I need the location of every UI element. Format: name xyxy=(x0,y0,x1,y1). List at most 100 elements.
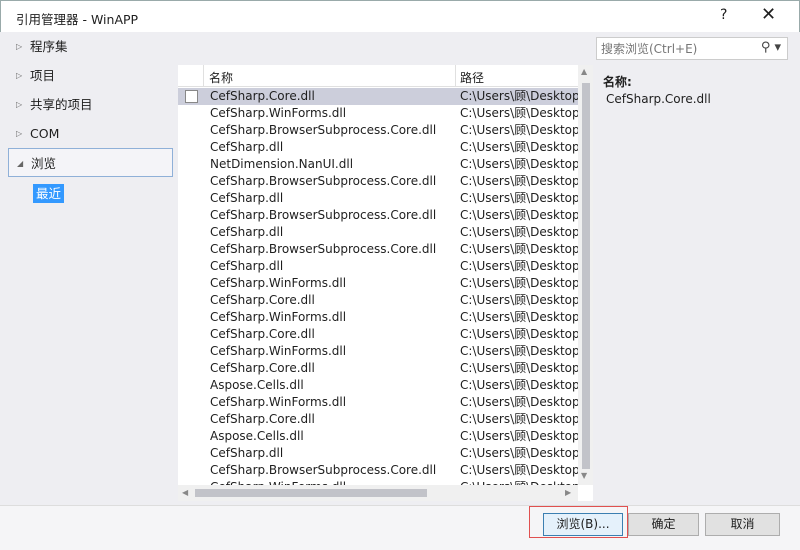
row-path: C:\Users\顾\Desktop xyxy=(460,140,578,154)
vertical-scrollbar[interactable]: ▲ ▼ xyxy=(578,65,593,485)
table-row[interactable]: CefSharp.WinForms.dll C:\Users\顾\Desktop xyxy=(178,394,578,411)
table-row[interactable]: CefSharp.Core.dll C:\Users\顾\Desktop xyxy=(178,88,578,105)
table-row[interactable]: CefSharp.dll C:\Users\顾\Desktop xyxy=(178,445,578,462)
table-row[interactable]: CefSharp.dll C:\Users\顾\Desktop xyxy=(178,139,578,156)
reference-list: 名称 路径 CefSharp.Core.dll C:\Users\顾\Deskto… xyxy=(178,65,593,501)
collapsed-arrow-icon[interactable]: ▷ xyxy=(16,32,22,61)
row-path: C:\Users\顾\Desktop xyxy=(460,89,578,103)
row-checkbox[interactable] xyxy=(185,90,198,103)
row-path: C:\Users\顾\Desktop xyxy=(460,157,578,171)
row-name: CefSharp.BrowserSubprocess.Core.dll xyxy=(210,123,437,137)
row-name: CefSharp.Core.dll xyxy=(210,89,315,103)
table-row[interactable]: Aspose.Cells.dll C:\Users\顾\Desktop xyxy=(178,377,578,394)
row-path: C:\Users\顾\Desktop xyxy=(460,293,578,307)
row-path: C:\Users\顾\Desktop xyxy=(460,276,578,290)
table-row[interactable]: Aspose.Cells.dll C:\Users\顾\Desktop xyxy=(178,428,578,445)
scroll-down-icon[interactable]: ▼ xyxy=(581,471,587,480)
scroll-up-icon[interactable]: ▲ xyxy=(581,67,587,76)
detail-panel: 名称: CefSharp.Core.dll xyxy=(603,73,711,106)
search-icon[interactable]: ⚲ ▾ xyxy=(761,40,781,55)
table-row[interactable]: NetDimension.NanUI.dll C:\Users\顾\Desktop xyxy=(178,156,578,173)
close-button[interactable]: ✕ xyxy=(761,4,776,25)
row-path: C:\Users\顾\Desktop xyxy=(460,259,578,273)
row-name: CefSharp.Core.dll xyxy=(210,361,315,375)
scroll-right-icon[interactable]: ▶ xyxy=(565,488,571,497)
sidebar-item-label: 浏览 xyxy=(31,156,57,171)
detail-value: CefSharp.Core.dll xyxy=(606,92,711,106)
row-name: Aspose.Cells.dll xyxy=(210,429,304,443)
row-path: C:\Users\顾\Desktop xyxy=(460,242,578,256)
row-path: C:\Users\顾\Desktop xyxy=(460,463,578,477)
row-name: CefSharp.WinForms.dll xyxy=(210,344,347,358)
row-name: CefSharp.Core.dll xyxy=(210,327,315,341)
row-path: C:\Users\顾\Desktop xyxy=(460,123,578,137)
table-row[interactable]: CefSharp.BrowserSubprocess.Core.dll C:\Us… xyxy=(178,173,578,190)
row-name: CefSharp.BrowserSubprocess.Core.dll xyxy=(210,174,437,188)
horizontal-scroll-thumb[interactable] xyxy=(195,489,427,497)
title-bar: 引用管理器 - WinAPP ? ✕ xyxy=(0,0,800,32)
row-path: C:\Users\顾\Desktop xyxy=(460,429,578,443)
sidebar-item[interactable]: ▷ COM xyxy=(8,119,173,148)
search-input[interactable] xyxy=(597,38,757,59)
cancel-button[interactable]: 取消 xyxy=(705,513,780,536)
scroll-left-icon[interactable]: ◀ xyxy=(182,488,188,497)
row-path: C:\Users\顾\Desktop xyxy=(460,310,578,324)
vertical-scroll-thumb[interactable] xyxy=(582,83,590,469)
sidebar-item[interactable]: ▷ 共享的项目 xyxy=(8,90,173,119)
row-name: CefSharp.dll xyxy=(210,140,284,154)
row-path: C:\Users\顾\Desktop xyxy=(460,208,578,222)
table-row[interactable]: CefSharp.Core.dll C:\Users\顾\Desktop xyxy=(178,360,578,377)
collapsed-arrow-icon[interactable]: ▷ xyxy=(16,90,22,119)
help-button[interactable]: ? xyxy=(720,7,727,23)
table-row[interactable]: CefSharp.BrowserSubprocess.Core.dll C:\Us… xyxy=(178,462,578,479)
row-name: CefSharp.WinForms.dll xyxy=(210,395,347,409)
row-path: C:\Users\顾\Desktop xyxy=(460,446,578,460)
row-name: CefSharp.dll xyxy=(210,191,284,205)
horizontal-scrollbar[interactable]: ◀ ▶ xyxy=(178,485,578,501)
table-row[interactable]: CefSharp.Core.dll C:\Users\顾\Desktop xyxy=(178,411,578,428)
list-header: 名称 路径 xyxy=(178,65,578,87)
row-path: C:\Users\顾\Desktop xyxy=(460,225,578,239)
table-row[interactable]: CefSharp.dll C:\Users\顾\Desktop xyxy=(178,224,578,241)
row-name: NetDimension.NanUI.dll xyxy=(210,157,354,171)
collapsed-arrow-icon[interactable]: ▷ xyxy=(16,61,22,90)
table-row[interactable]: CefSharp.Core.dll C:\Users\顾\Desktop xyxy=(178,292,578,309)
detail-label: 名称: xyxy=(603,75,632,89)
browse-button[interactable]: 浏览(B)... xyxy=(543,513,623,536)
row-name: CefSharp.BrowserSubprocess.Core.dll xyxy=(210,208,437,222)
table-row[interactable]: CefSharp.WinForms.dll C:\Users\顾\Desktop xyxy=(178,343,578,360)
window-title: 引用管理器 - WinAPP xyxy=(16,12,139,27)
sidebar-item-label: 程序集 xyxy=(30,39,68,54)
row-name: CefSharp.Core.dll xyxy=(210,293,315,307)
sidebar-item[interactable]: ▷ 程序集 xyxy=(8,32,173,61)
table-row[interactable]: CefSharp.BrowserSubprocess.Core.dll C:\Us… xyxy=(178,241,578,258)
sidebar-item-label: COM xyxy=(30,126,60,141)
row-path: C:\Users\顾\Desktop xyxy=(460,191,578,205)
column-header-name[interactable]: 名称 xyxy=(209,69,233,86)
row-path: C:\Users\顾\Desktop xyxy=(460,344,578,358)
row-name: CefSharp.dll xyxy=(210,225,284,239)
row-name: CefSharp.dll xyxy=(210,446,284,460)
sidebar-item[interactable]: ▷ 项目 xyxy=(8,61,173,90)
table-row[interactable]: CefSharp.dll C:\Users\顾\Desktop xyxy=(178,258,578,275)
collapsed-arrow-icon[interactable]: ▷ xyxy=(16,119,22,148)
row-path: C:\Users\顾\Desktop xyxy=(460,412,578,426)
table-row[interactable]: CefSharp.Core.dll C:\Users\顾\Desktop xyxy=(178,326,578,343)
expanded-arrow-icon[interactable]: ◢ xyxy=(17,149,23,178)
search-box[interactable]: ⚲ ▾ xyxy=(596,37,788,60)
row-name: CefSharp.dll xyxy=(210,259,284,273)
table-row[interactable]: CefSharp.WinForms.dll C:\Users\顾\Desktop xyxy=(178,105,578,122)
sidebar-item[interactable]: ◢ 浏览 xyxy=(8,148,173,177)
row-path: C:\Users\顾\Desktop xyxy=(460,361,578,375)
row-path: C:\Users\顾\Desktop xyxy=(460,327,578,341)
table-row[interactable]: CefSharp.WinForms.dll C:\Users\顾\Desktop xyxy=(178,309,578,326)
row-name: CefSharp.WinForms.dll xyxy=(210,310,347,324)
column-header-path[interactable]: 路径 xyxy=(460,69,484,86)
table-row[interactable]: CefSharp.BrowserSubprocess.Core.dll C:\Us… xyxy=(178,207,578,224)
table-row[interactable]: CefSharp.WinForms.dll C:\Users\顾\Desktop xyxy=(178,275,578,292)
ok-button[interactable]: 确定 xyxy=(628,513,699,536)
row-name: CefSharp.BrowserSubprocess.Core.dll xyxy=(210,242,437,256)
table-row[interactable]: CefSharp.BrowserSubprocess.Core.dll C:\Us… xyxy=(178,122,578,139)
table-row[interactable]: CefSharp.dll C:\Users\顾\Desktop xyxy=(178,190,578,207)
sidebar-item-recent[interactable]: 最近 xyxy=(33,184,65,203)
